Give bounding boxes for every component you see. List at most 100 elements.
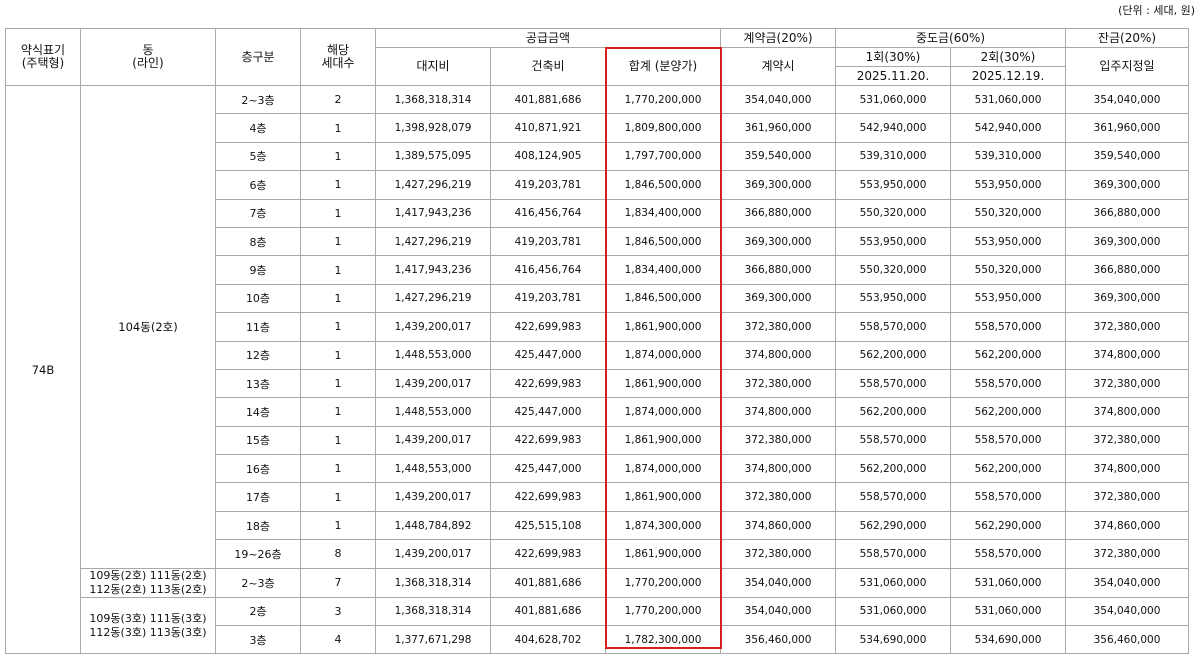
price-table-body: 74B 104동(2호) 2~3층 2 1,368,318,314 401,881,686… (5, 84, 1189, 654)
middle-1-cell: 558,570,000 (835, 368, 951, 399)
floor-cell: 8층 (215, 226, 301, 257)
header-unit-count: 해당 세대수 (300, 28, 376, 86)
deposit-cell: 372,380,000 (720, 539, 836, 569)
building-cost-cell: 422,699,983 (490, 539, 606, 569)
total-price-cell: 1,846,500,000 (605, 226, 721, 257)
middle-2-cell: 531,060,000 (950, 84, 1066, 115)
land-cost-cell: 1,448,553,000 (375, 397, 491, 427)
land-cost-cell: 1,368,318,314 (375, 567, 491, 598)
floor-cell: 17층 (215, 482, 301, 512)
unit-count-cell: 1 (300, 226, 376, 257)
land-cost-cell: 1,417,943,236 (375, 198, 491, 228)
unit-count-cell: 1 (300, 255, 376, 285)
floor-cell: 10층 (215, 283, 301, 314)
land-cost-cell: 1,439,200,017 (375, 312, 491, 342)
balance-cell: 372,380,000 (1065, 368, 1189, 399)
middle-1-cell: 553,950,000 (835, 170, 951, 200)
balance-cell: 366,880,000 (1065, 255, 1189, 285)
total-price-cell: 1,861,900,000 (605, 312, 721, 342)
building-cost-cell: 425,515,108 (490, 510, 606, 541)
total-price-cell: 1,809,800,000 (605, 113, 721, 143)
unit-count-cell: 1 (300, 283, 376, 314)
table-row: 109동(3호) 111동(3호) 112동(3호) 113동(3호) 2층 3 1,… (6, 596, 1189, 654)
total-price-cell: 1,874,000,000 (605, 340, 721, 370)
total-price-cell: 1,861,900,000 (605, 482, 721, 512)
floor-cell: 9층 (215, 255, 301, 285)
balance-cell: 372,380,000 (1065, 425, 1189, 456)
balance-cell: 366,880,000 (1065, 198, 1189, 228)
unit-count-cell: 1 (300, 454, 376, 484)
table-row: 74B 104동(2호) 2~3층 2 1,368,318,314 401,881,686… (5, 84, 1189, 654)
land-cost-cell: 1,398,928,079 (375, 113, 491, 143)
floor-cell: 18층 (215, 510, 301, 541)
deposit-cell: 374,860,000 (720, 510, 836, 541)
deposit-cell: 372,380,000 (720, 312, 836, 342)
middle-2-cell: 558,570,000 (950, 539, 1066, 569)
middle-2-cell: 553,950,000 (950, 283, 1066, 314)
middle-2-cell: 558,570,000 (950, 312, 1066, 342)
header-middle-1: 1회(30%) (835, 47, 951, 67)
floor-cell: 19~26층 (215, 539, 301, 569)
floor-cell: 4층 (215, 113, 301, 143)
unit-count-cell: 1 (300, 312, 376, 342)
middle-1-cell: 531,060,000 (835, 596, 951, 627)
building-cost-cell: 419,203,781 (490, 170, 606, 200)
middle-2-cell: 558,570,000 (950, 425, 1066, 456)
total-price-cell: 1,861,900,000 (605, 368, 721, 399)
floor-cell: 12층 (215, 340, 301, 370)
deposit-cell: 374,800,000 (720, 340, 836, 370)
middle-1-cell: 558,570,000 (835, 312, 951, 342)
house-type-cell: 74B (5, 84, 81, 654)
building-cost-cell: 422,699,983 (490, 368, 606, 399)
total-price-cell: 1,834,400,000 (605, 198, 721, 228)
middle-1-cell: 562,290,000 (835, 510, 951, 541)
building-cost-cell: 410,871,921 (490, 113, 606, 143)
deposit-cell: 354,040,000 (720, 84, 836, 115)
land-cost-cell: 1,439,200,017 (375, 425, 491, 456)
deposit-cell: 366,880,000 (720, 198, 836, 228)
header-balance-timing: 입주지정일 (1065, 47, 1189, 86)
balance-cell: 369,300,000 (1065, 170, 1189, 200)
land-cost-cell: 1,439,200,017 (375, 539, 491, 569)
balance-cell: 372,380,000 (1065, 539, 1189, 569)
total-price-cell: 1,861,900,000 (605, 425, 721, 456)
unit-count-cell: 1 (300, 170, 376, 200)
middle-2-cell: 562,290,000 (950, 510, 1066, 541)
deposit-cell: 366,880,000 (720, 255, 836, 285)
floor-cell: 2~3층 (215, 567, 301, 598)
total-price-cell: 1,874,000,000 (605, 397, 721, 427)
land-cost-cell: 1,439,200,017 (375, 368, 491, 399)
floor-cell: 11층 (215, 312, 301, 342)
balance-cell: 372,380,000 (1065, 312, 1189, 342)
balance-cell: 354,040,000 (1065, 84, 1189, 115)
middle-2-cell: 558,570,000 (950, 482, 1066, 512)
unit-count-cell: 7 (300, 567, 376, 598)
total-price-cell: 1,834,400,000 (605, 255, 721, 285)
total-price-cell: 1,861,900,000 (605, 539, 721, 569)
header-middle-payment: 중도금(60%) (835, 28, 1066, 48)
unit-count-cell: 1 (300, 482, 376, 512)
building-cost-cell: 416,456,764 (490, 198, 606, 228)
unit-count-cell: 1 (300, 368, 376, 399)
land-cost-cell: 1,368,318,314 (375, 84, 491, 115)
total-price-cell: 1,846,500,000 (605, 283, 721, 314)
middle-1-cell: 558,570,000 (835, 482, 951, 512)
building-cost-cell: 408,124,905 (490, 141, 606, 172)
building-cost-cell: 422,699,983 (490, 425, 606, 456)
land-cost-cell: 1,427,296,219 (375, 283, 491, 314)
middle-1-cell: 531,060,000 (835, 567, 951, 598)
middle-1-cell: 550,320,000 (835, 198, 951, 228)
dong-line-cell: 109동(2호) 111동(2호) 112동(2호) 113동(2호) (80, 567, 216, 598)
floor-cell: 6층 (215, 170, 301, 200)
total-price-cell: 1,874,300,000 (605, 510, 721, 541)
deposit-cell: 374,800,000 (720, 454, 836, 484)
unit-count-cell: 1 (300, 113, 376, 143)
building-cost-cell: 425,447,000 (490, 397, 606, 427)
balance-cell: 359,540,000 (1065, 141, 1189, 172)
header-house-type: 약식표기 (주택형) (5, 28, 81, 86)
land-cost-cell: 1,427,296,219 (375, 170, 491, 200)
deposit-cell: 372,380,000 (720, 482, 836, 512)
header-middle-2: 2회(30%) (950, 47, 1066, 67)
land-cost-cell: 1,439,200,017 (375, 482, 491, 512)
middle-1-cell: 562,200,000 (835, 397, 951, 427)
